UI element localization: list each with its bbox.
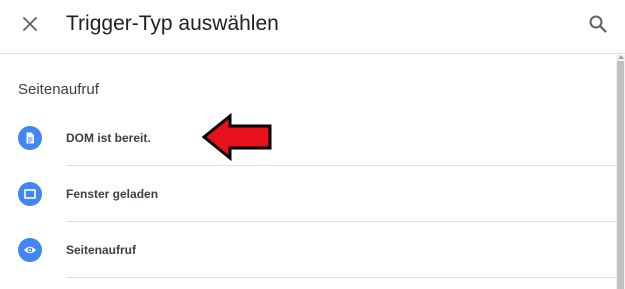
search-button[interactable] [585, 11, 611, 37]
scrollbar-thumb[interactable] [617, 61, 624, 289]
divider [66, 277, 616, 278]
panel-header: Trigger-Typ auswählen [0, 0, 625, 54]
list-item-dom-ready[interactable]: DOM ist bereit. [0, 110, 616, 166]
document-icon [18, 126, 42, 150]
window-icon [18, 182, 42, 206]
scrollbar[interactable] [616, 55, 625, 289]
list-item-label: Fenster geladen [66, 187, 159, 201]
panel-title: Trigger-Typ auswählen [66, 12, 279, 35]
list-item-page-view[interactable]: Seitenaufruf [0, 222, 616, 278]
trigger-type-list: DOM ist bereit. Fenster geladen Seitenau… [0, 110, 616, 278]
trigger-type-panel: Trigger-Typ auswählen Seitenaufruf DOM i… [0, 0, 625, 289]
scroll-up-arrow-icon[interactable] [618, 55, 624, 59]
list-item-label: DOM ist bereit. [66, 131, 151, 145]
close-button[interactable] [17, 11, 43, 37]
eye-icon [18, 238, 42, 262]
section-heading: Seitenaufruf [18, 81, 99, 98]
close-icon [22, 16, 38, 32]
list-item-window-loaded[interactable]: Fenster geladen [0, 166, 616, 222]
annotation-arrow-icon [201, 113, 272, 161]
search-icon [589, 15, 607, 33]
list-item-label: Seitenaufruf [66, 243, 137, 257]
